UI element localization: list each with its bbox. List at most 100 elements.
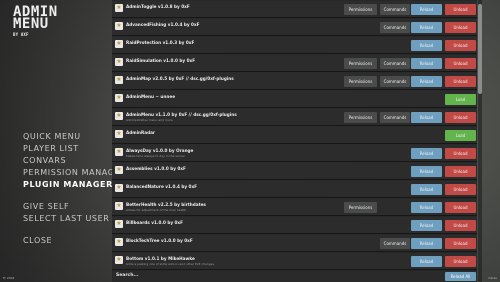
reload-button[interactable]: Reload [411, 76, 442, 87]
close-button[interactable]: CLOSE [23, 235, 126, 247]
unload-button[interactable]: Unload [445, 4, 476, 15]
reload-button[interactable]: Reload [411, 4, 442, 15]
reload-all-button[interactable]: Reload All [445, 272, 476, 281]
plugin-name: Bottom v1.0.1 by MikeHawke [126, 256, 195, 261]
reload-button[interactable]: Reload [411, 256, 442, 267]
favorite-star-icon[interactable]: ★ [115, 220, 123, 228]
nav-quick-menu[interactable]: QUICK MENU [23, 131, 126, 143]
favorite-star-icon[interactable]: ★ [115, 184, 123, 192]
plugin-name: RaidProtection v1.0.3 by 0xF [126, 40, 195, 45]
unload-button[interactable]: Unload [445, 76, 476, 87]
reload-button[interactable]: Reload [411, 22, 442, 33]
corner-left-text: tf. 2041 [3, 276, 15, 280]
nav-permission-manager[interactable]: PERMISSION MANAGER [23, 167, 126, 179]
footer-bar: Search... Reload All [112, 271, 477, 282]
plugin-description: Makes time always to day in the server [126, 154, 185, 158]
reload-button[interactable]: Reload [411, 112, 442, 123]
commands-button[interactable]: Commands [380, 4, 410, 15]
favorite-star-icon[interactable]: ★ [115, 256, 123, 264]
unload-button[interactable]: Unload [445, 112, 476, 123]
unload-button[interactable]: Unload [445, 148, 476, 159]
load-button[interactable]: Load [445, 130, 476, 141]
commands-button[interactable]: Commands [380, 76, 410, 87]
unload-button[interactable]: Unload [445, 166, 476, 177]
reload-button[interactable]: Reload [411, 238, 442, 249]
permissions-button[interactable]: Permissions [344, 58, 377, 69]
reload-button[interactable]: Reload [411, 202, 442, 213]
plugin-row: ★ AdminMenu ~ unnee Load [112, 91, 477, 108]
plugin-name: AdminMenu ~ unnee [126, 94, 176, 99]
scrollbar[interactable] [478, 0, 482, 282]
plugin-row: ★ AlwaysDay v1.0.0 by Orange Makes time al… [112, 145, 477, 162]
reload-button[interactable]: Reload [411, 58, 442, 69]
favorite-star-icon[interactable]: ★ [115, 22, 123, 30]
permissions-button[interactable]: Permissions [344, 112, 377, 123]
plugin-description: Adds a pasting role of skills add-on and… [126, 262, 215, 266]
unload-button[interactable]: Unload [445, 220, 476, 231]
unload-button[interactable]: Unload [445, 202, 476, 213]
favorite-star-icon[interactable]: ★ [115, 58, 123, 66]
unload-button[interactable]: Unload [445, 184, 476, 195]
favorite-star-icon[interactable]: ★ [115, 4, 123, 12]
nav-spacer-2 [23, 225, 126, 235]
app-logo: ADMIN MENU BY 0XF [13, 5, 73, 38]
plugin-list-panel: ★ AdminToggle v1.0.8 by 0xF Permissions Com… [112, 0, 477, 282]
plugin-row: ★ BlockTechTree v1.0.0 by 0xF Commands Relo… [112, 235, 477, 252]
commands-button[interactable]: Commands [380, 58, 410, 69]
nav-plugin-manager[interactable]: PLUGIN MANAGER [23, 179, 126, 191]
logo-line-2: MENU [13, 16, 49, 32]
reload-button[interactable]: Reload [411, 40, 442, 51]
plugin-row: ★ AdvancedFishing v1.0.4 by 0xF Commands Re… [112, 19, 477, 36]
nav-player-list[interactable]: PLAYER LIST [23, 143, 126, 155]
commands-button[interactable]: Commands [380, 238, 410, 249]
favorite-star-icon[interactable]: ★ [115, 76, 123, 84]
corner-right-text: Oxide [488, 276, 497, 280]
plugin-row: ★ Bottom v1.0.1 by MikeHawke Adds a pastin… [112, 253, 477, 270]
plugin-description: Allows for adjustment of the max health [126, 208, 187, 212]
plugin-row: ★ BalancedNature v1.0.4 by 0xF Reload Unloa… [112, 181, 477, 198]
load-button[interactable]: Load [445, 94, 476, 105]
permissions-button[interactable]: Permissions [344, 76, 377, 87]
reload-button[interactable]: Reload [411, 148, 442, 159]
favorite-star-icon[interactable]: ★ [115, 202, 123, 210]
plugin-row: ★ Billboards v1.0.0 by 0xF Reload Unload [112, 217, 477, 234]
nav-give-self[interactable]: GIVE SELF [23, 201, 126, 213]
reload-button[interactable]: Reload [411, 166, 442, 177]
plugin-name: BetterHealth v2.2.5 by birthdates [126, 202, 206, 207]
scrollbar-thumb[interactable] [478, 4, 482, 94]
plugin-name: RaidSimulation v1.0.0 by 0xF [126, 58, 196, 63]
unload-button[interactable]: Unload [445, 40, 476, 51]
sidebar: ADMIN MENU BY 0XF QUICK MENU PLAYER LIST… [0, 0, 126, 282]
permissions-button[interactable]: Permissions [344, 4, 377, 15]
commands-button[interactable]: Commands [380, 112, 410, 123]
reload-button[interactable]: Reload [411, 220, 442, 231]
logo-author: BY 0XF [13, 32, 29, 37]
plugin-row: ★ AdminMap v2.0.5 by 0xF // dsc.gg/0xf-pl… [112, 73, 477, 90]
unload-button[interactable]: Unload [445, 238, 476, 249]
plugin-row: ★ BetterHealth v2.2.5 by birthdates Allows… [112, 199, 477, 216]
plugin-name: BlockTechTree v1.0.0 by 0xF [126, 238, 193, 243]
permissions-button[interactable]: Permissions [344, 202, 377, 213]
favorite-star-icon[interactable]: ★ [115, 40, 123, 48]
unload-button[interactable]: Unload [445, 22, 476, 33]
favorite-star-icon[interactable]: ★ [115, 238, 123, 246]
nav-select-last-user[interactable]: SELECT LAST USER [23, 213, 126, 225]
favorite-star-icon[interactable]: ★ [115, 94, 123, 102]
favorite-star-icon[interactable]: ★ [115, 148, 123, 156]
unload-button[interactable]: Unload [445, 256, 476, 267]
commands-button[interactable]: Commands [380, 22, 410, 33]
favorite-star-icon[interactable]: ★ [115, 166, 123, 174]
favorite-star-icon[interactable]: ★ [115, 112, 123, 120]
nav-convars[interactable]: CONVARS [23, 155, 126, 167]
plugin-name: Billboards v1.0.0 by 0xF [126, 220, 183, 225]
plugin-name: AdminMap v2.0.5 by 0xF // dsc.gg/0xf-plu… [126, 76, 234, 81]
plugin-row: ★ RaidSimulation v1.0.0 by 0xF Permissions… [112, 55, 477, 72]
reload-button[interactable]: Reload [411, 184, 442, 195]
search-input[interactable]: Search... [116, 273, 139, 278]
unload-button[interactable]: Unload [445, 58, 476, 69]
plugin-row: ★ AdminRadar Load [112, 127, 477, 144]
favorite-star-icon[interactable]: ★ [115, 130, 123, 138]
plugin-row: ★ RaidProtection v1.0.3 by 0xF Reload Unloa… [112, 37, 477, 54]
plugin-description: Administrative menu and more [126, 118, 173, 122]
